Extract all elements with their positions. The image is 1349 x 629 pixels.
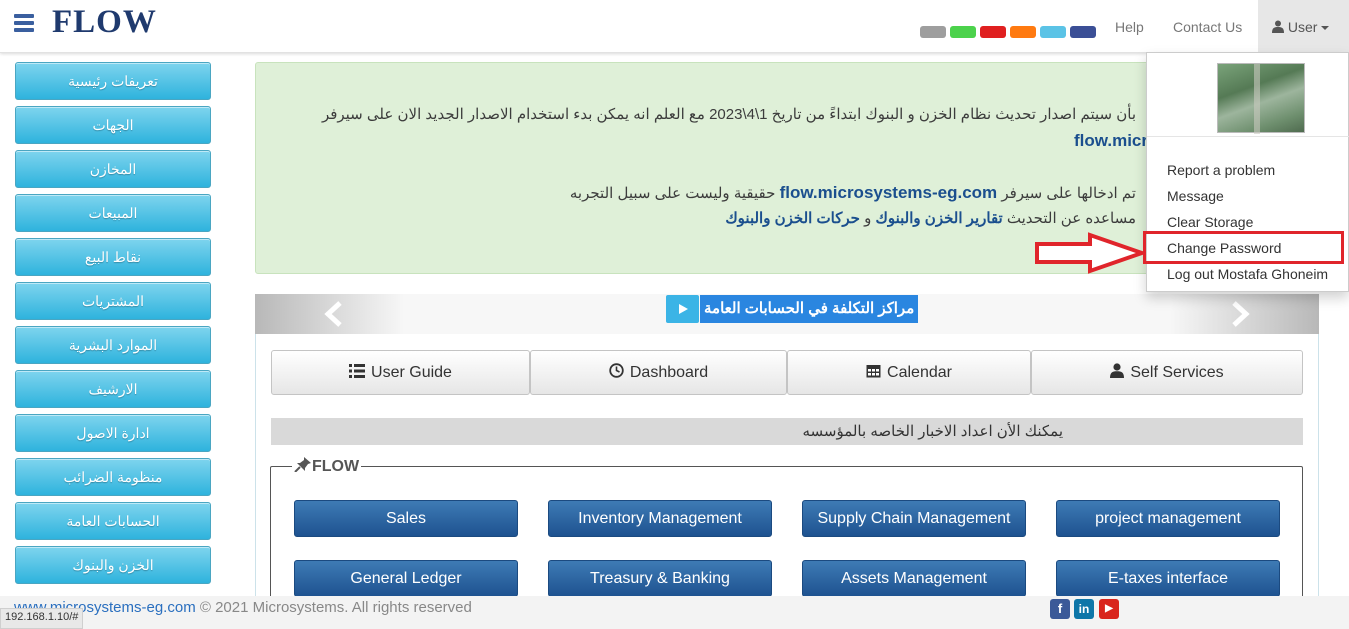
sidebar-item-main-definitions[interactable]: تعريفات رئيسية xyxy=(15,62,211,100)
message-item[interactable]: Message xyxy=(1167,188,1224,204)
theme-swatch-red[interactable] xyxy=(980,26,1006,38)
report-problem-item[interactable]: Report a problem xyxy=(1167,162,1275,178)
calendar-icon xyxy=(866,365,881,378)
dashboard-label: Dashboard xyxy=(629,364,709,381)
sidebar-item-sales[interactable]: المبيعات xyxy=(15,194,211,232)
theme-swatch-green[interactable] xyxy=(950,26,976,38)
user-menu-toggle[interactable]: User xyxy=(1258,0,1349,53)
clear-storage-item[interactable]: Clear Storage xyxy=(1167,214,1253,230)
sidebar-item-parties[interactable]: الجهات xyxy=(15,106,211,144)
contact-us-link[interactable]: Contact Us xyxy=(1173,19,1242,35)
alert-line-1: بأن سيتم اصدار تحديث نظام الخزن و البنوك… xyxy=(321,106,1136,123)
red-annotation-arrow xyxy=(1035,232,1146,274)
sidebar-item-taxes[interactable]: منظومة الضرائب xyxy=(15,458,211,496)
sidebar-item-treasury[interactable]: الخزن والبنوك xyxy=(15,546,211,584)
profile-photo[interactable] xyxy=(1217,63,1305,134)
change-password-highlight-box xyxy=(1143,231,1344,264)
calendar-label: Calendar xyxy=(887,364,952,381)
module-assets-button[interactable]: Assets Management xyxy=(802,560,1026,597)
modules-legend: FLOW xyxy=(292,456,362,476)
treasury-transactions-link[interactable]: حركات الخزن والبنوك xyxy=(725,210,860,227)
youtube-icon[interactable]: ▶ xyxy=(1099,599,1119,619)
alert-line-2-pre: تم ادخالها على سيرفر xyxy=(1001,185,1136,202)
self-services-label: Self Services xyxy=(1130,364,1224,381)
sidebar-item-hr[interactable]: الموارد البشرية xyxy=(15,326,211,364)
alert-line-2-post: حقيقية وليست على سبيل التجربه xyxy=(569,185,776,202)
theme-swatch-gray[interactable] xyxy=(920,26,946,38)
sidebar-item-purchases[interactable]: المشتريات xyxy=(15,282,211,320)
dashboard-button[interactable]: Dashboard xyxy=(530,350,787,395)
list-icon xyxy=(349,364,366,378)
carousel-prev-icon[interactable] xyxy=(321,300,347,328)
sidebar-item-assets[interactable]: ادارة الاصول xyxy=(15,414,211,452)
theme-color-picker xyxy=(920,26,1096,38)
theme-swatch-lightblue[interactable] xyxy=(1040,26,1066,38)
module-inventory-button[interactable]: Inventory Management xyxy=(548,500,772,537)
alert-line-3-mid: و xyxy=(864,210,872,227)
footer-copyright: © 2021 Microsystems. All rights reserved xyxy=(195,599,472,616)
news-notice-bar: يمكنك الأن اعداد الاخبار الخاصه بالمؤسسه xyxy=(271,418,1303,445)
user-icon xyxy=(1272,20,1284,33)
alert-line-2: تم ادخالها على سيرفر flow.microsystems-e… xyxy=(570,183,1136,203)
pin-icon xyxy=(294,457,311,473)
flow-logo[interactable]: FLOW xyxy=(52,4,157,41)
carousel-caption[interactable]: مراكز التكلفة في الحسابات العامة xyxy=(700,295,919,323)
user-dropdown-menu: Report a problem Message Clear Storage C… xyxy=(1143,52,1349,292)
user-guide-button[interactable]: User Guide xyxy=(271,350,530,395)
alert-server-link[interactable]: flow.micr xyxy=(1074,131,1148,151)
user-menu-label: User xyxy=(1287,19,1318,35)
sidebar: تعريفات رئيسية الجهات المخازن المبيعات ن… xyxy=(15,62,211,590)
top-navbar: FLOW Help Contact Us User xyxy=(0,0,1349,53)
facebook-icon[interactable]: f xyxy=(1050,599,1070,619)
alert-line-3: مساعده عن التحديث تقارير الخزن والبنوك و… xyxy=(725,209,1136,227)
sidebar-item-archive[interactable]: الارشيف xyxy=(15,370,211,408)
sidebar-item-pos[interactable]: نقاط البيع xyxy=(15,238,211,276)
user-icon xyxy=(1110,363,1125,378)
module-sales-button[interactable]: Sales xyxy=(294,500,518,537)
help-link[interactable]: Help xyxy=(1115,19,1144,35)
alert-server-url-link[interactable]: flow.microsystems-eg.com xyxy=(780,183,998,202)
carousel-next-icon[interactable] xyxy=(1227,300,1253,328)
footer: www.microsystems-eg.com © 2021 Microsyst… xyxy=(0,596,1349,629)
calendar-button[interactable]: Calendar xyxy=(787,350,1031,395)
profile-photo-container xyxy=(1147,59,1349,137)
treasury-reports-link[interactable]: تقارير الخزن والبنوك xyxy=(875,210,1002,227)
theme-swatch-orange[interactable] xyxy=(1010,26,1036,38)
sidebar-item-general-accounts[interactable]: الحسابات العامة xyxy=(15,502,211,540)
modules-legend-label: FLOW xyxy=(312,458,360,475)
sidebar-item-warehouses[interactable]: المخازن xyxy=(15,150,211,188)
linkedin-icon[interactable]: in xyxy=(1074,599,1094,619)
clock-icon xyxy=(609,363,624,378)
user-guide-label: User Guide xyxy=(371,364,452,381)
news-carousel: مراكز التكلفة في الحسابات العامة xyxy=(255,294,1319,334)
module-supply-chain-button[interactable]: Supply Chain Management xyxy=(802,500,1026,537)
logout-item[interactable]: Log out Mostafa Ghoneim xyxy=(1167,266,1328,282)
alert-line-3-pre: مساعده عن التحديث xyxy=(1006,210,1136,227)
theme-swatch-navy[interactable] xyxy=(1070,26,1096,38)
module-general-ledger-button[interactable]: General Ledger xyxy=(294,560,518,597)
self-services-button[interactable]: Self Services xyxy=(1031,350,1303,395)
module-treasury-button[interactable]: Treasury & Banking xyxy=(548,560,772,597)
hamburger-menu-icon[interactable] xyxy=(14,14,34,36)
carousel-play-icon[interactable] xyxy=(666,295,699,323)
module-etaxes-button[interactable]: E-taxes interface xyxy=(1056,560,1280,597)
browser-status-url: 192.168.1.10/# xyxy=(0,608,84,629)
caret-down-icon xyxy=(1321,26,1330,31)
module-project-management-button[interactable]: project management xyxy=(1056,500,1280,537)
